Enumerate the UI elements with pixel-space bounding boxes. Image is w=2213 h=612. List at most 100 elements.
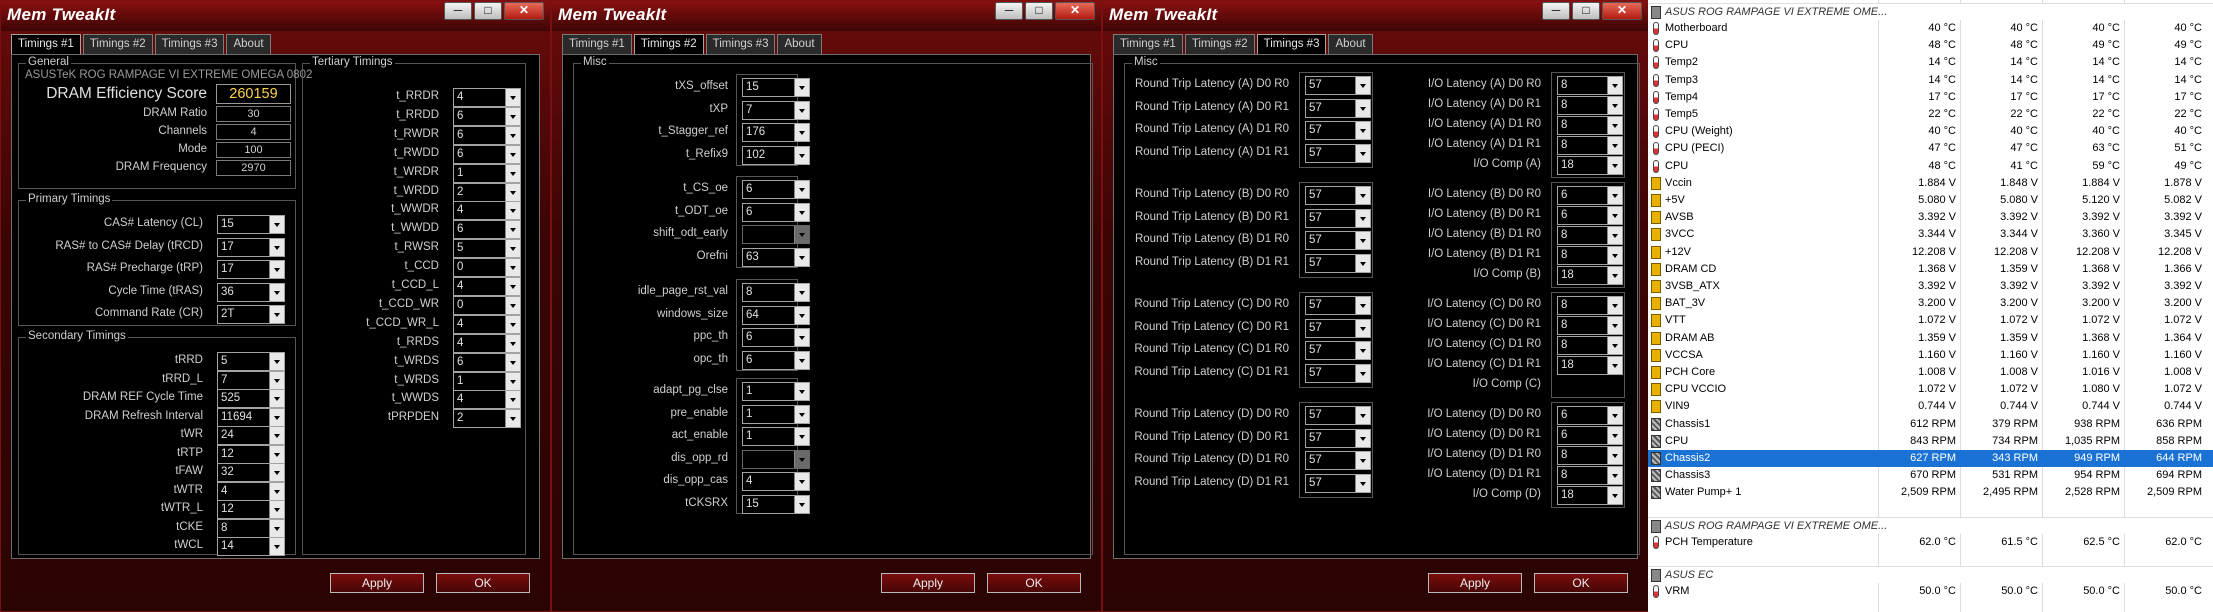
latency-dropdown[interactable]: 57 <box>1305 428 1371 448</box>
sensor-row[interactable]: +5V 5.080 V 5.080 V 5.120 V 5.082 V <box>1648 192 2213 209</box>
chevron-down-icon[interactable] <box>505 296 520 314</box>
chevron-down-icon[interactable] <box>505 259 520 277</box>
sensor-row[interactable]: CPU VCCIO 1.072 V 1.072 V 1.080 V 1.072 V <box>1648 381 2213 398</box>
latency-dropdown[interactable]: 8 <box>1557 136 1623 155</box>
misc-dropdown[interactable]: 6 <box>742 202 810 222</box>
latency-dropdown[interactable]: 57 <box>1305 98 1371 118</box>
chevron-down-icon[interactable] <box>269 519 284 537</box>
chevron-down-icon[interactable] <box>1355 407 1370 424</box>
latency-dropdown[interactable]: 8 <box>1557 316 1623 335</box>
sensor-row[interactable]: Temp4 17 °C 17 °C 17 °C 17 °C <box>1648 89 2213 106</box>
sensor-row[interactable]: CPU 843 RPM 734 RPM 1,035 RPM 858 RPM <box>1648 433 2213 450</box>
timing-dropdown[interactable]: 7 <box>217 370 285 390</box>
latency-dropdown[interactable]: 8 <box>1557 96 1623 115</box>
minimize-button[interactable]: ─ <box>995 2 1023 20</box>
chevron-down-icon[interactable] <box>505 240 520 258</box>
latency-dropdown[interactable]: 57 <box>1305 318 1371 338</box>
chevron-down-icon[interactable] <box>1355 342 1370 360</box>
misc-dropdown[interactable]: 15 <box>742 78 810 97</box>
timing-dropdown[interactable]: 12 <box>217 444 285 464</box>
tab-timings-2[interactable]: Timings #2 <box>82 34 153 54</box>
timing-dropdown[interactable]: 6 <box>453 220 521 240</box>
timing-dropdown[interactable]: 1 <box>453 371 521 391</box>
close-button[interactable]: ✕ <box>504 2 544 20</box>
tab-timings-1[interactable]: Timings #1 <box>1113 34 1183 54</box>
timing-dropdown[interactable]: 4 <box>217 481 285 501</box>
timing-dropdown[interactable]: 1 <box>453 163 521 183</box>
chevron-down-icon[interactable] <box>794 181 809 198</box>
tab-timings-1[interactable]: Timings #1 <box>11 34 81 55</box>
sensor-section-header[interactable]: ASUS ROG RAMPAGE VI EXTREME OME... <box>1648 516 2213 534</box>
misc-dropdown[interactable]: 63 <box>742 247 810 267</box>
timing-dropdown[interactable]: 2T <box>217 305 285 324</box>
chevron-down-icon[interactable] <box>269 261 284 278</box>
misc-dropdown[interactable] <box>742 449 810 469</box>
ok-button[interactable]: OK <box>987 573 1081 593</box>
chevron-down-icon[interactable] <box>505 278 520 295</box>
chevron-down-icon[interactable] <box>269 371 284 389</box>
chevron-down-icon[interactable] <box>505 353 520 371</box>
chevron-down-icon[interactable] <box>794 450 809 468</box>
timing-dropdown[interactable]: 525 <box>217 389 285 408</box>
misc-dropdown[interactable]: 64 <box>742 305 810 325</box>
chevron-down-icon[interactable] <box>1355 77 1370 94</box>
sensor-row[interactable]: PCH Temperature 62.0 °C 61.5 °C 62.5 °C 62.0… <box>1648 534 2213 551</box>
chevron-down-icon[interactable] <box>794 248 809 266</box>
chevron-down-icon[interactable] <box>505 107 520 125</box>
latency-dropdown[interactable]: 6 <box>1557 426 1623 445</box>
chevron-down-icon[interactable] <box>794 101 809 119</box>
misc-dropdown[interactable]: 6 <box>742 180 810 199</box>
latency-dropdown[interactable]: 57 <box>1305 143 1371 163</box>
latency-dropdown[interactable]: 8 <box>1557 246 1623 265</box>
sensor-row[interactable]: Water Pump+ 1 2,509 RPM 2,495 RPM 2,528 RPM… <box>1648 484 2213 501</box>
sensor-row[interactable]: Chassis2 627 RPM 343 RPM 949 RPM 644 RPM <box>1648 450 2213 467</box>
sensor-row[interactable]: CPU 48 °C 41 °C 59 °C 49 °C <box>1648 158 2213 175</box>
chevron-down-icon[interactable] <box>1607 227 1622 244</box>
sensor-row[interactable]: AVSB 3.392 V 3.392 V 3.392 V 3.392 V <box>1648 209 2213 226</box>
sensor-row[interactable]: Motherboard 40 °C 40 °C 40 °C 40 °C <box>1648 20 2213 37</box>
chevron-down-icon[interactable] <box>794 428 809 446</box>
timing-dropdown[interactable]: 4 <box>453 201 521 221</box>
timing-dropdown[interactable]: 8 <box>217 518 285 538</box>
sensor-row[interactable]: CPU (PECI) 47 °C 47 °C 63 °C 51 °C <box>1648 140 2213 157</box>
chevron-down-icon[interactable] <box>505 334 520 352</box>
chevron-down-icon[interactable] <box>269 427 284 444</box>
sensor-row[interactable]: Temp3 14 °C 14 °C 14 °C 14 °C <box>1648 72 2213 89</box>
minimize-button[interactable]: ─ <box>1542 2 1570 20</box>
sensor-section-header[interactable]: ASUS EC <box>1648 565 2213 583</box>
latency-dropdown[interactable]: 8 <box>1557 116 1623 135</box>
sensor-row[interactable]: DRAM CD 1.368 V 1.359 V 1.368 V 1.366 V <box>1648 261 2213 278</box>
sensor-row[interactable]: VRM 50.0 °C 50.0 °C 50.0 °C 50.0 °C <box>1648 583 2213 600</box>
latency-dropdown[interactable]: 18 <box>1557 486 1623 505</box>
apply-button[interactable]: Apply <box>881 573 975 593</box>
chevron-down-icon[interactable] <box>1607 317 1622 334</box>
tab-timings-2[interactable]: Timings #2 <box>1184 34 1255 54</box>
chevron-down-icon[interactable] <box>505 126 520 144</box>
chevron-down-icon[interactable] <box>269 390 284 407</box>
sensor-row[interactable]: DRAM AB 1.359 V 1.359 V 1.368 V 1.364 V <box>1648 330 2213 347</box>
tab-about[interactable]: About <box>777 34 822 54</box>
ok-button[interactable]: OK <box>436 573 530 593</box>
sensor-row[interactable]: VCCSA 1.160 V 1.160 V 1.160 V 1.160 V <box>1648 347 2213 364</box>
chevron-down-icon[interactable] <box>1607 187 1622 204</box>
latency-dropdown[interactable]: 6 <box>1557 206 1623 225</box>
sensor-row[interactable]: CPU (Weight) 40 °C 40 °C 40 °C 40 °C <box>1648 123 2213 140</box>
timing-dropdown[interactable]: 4 <box>453 277 521 296</box>
timing-dropdown[interactable]: 6 <box>453 125 521 145</box>
misc-dropdown[interactable]: 7 <box>742 100 810 120</box>
chevron-down-icon[interactable] <box>269 283 284 301</box>
latency-dropdown[interactable]: 8 <box>1557 296 1623 315</box>
chevron-down-icon[interactable] <box>505 391 520 409</box>
chevron-down-icon[interactable] <box>1355 429 1370 447</box>
timing-dropdown[interactable]: 6 <box>453 106 521 126</box>
chevron-down-icon[interactable] <box>1607 357 1622 374</box>
timing-dropdown[interactable]: 14 <box>217 537 285 556</box>
tab-about[interactable]: About <box>1328 34 1373 54</box>
chevron-down-icon[interactable] <box>1607 207 1622 224</box>
latency-dropdown[interactable]: 57 <box>1305 296 1371 315</box>
sensor-row[interactable]: 3VCC 3.344 V 3.344 V 3.360 V 3.345 V <box>1648 226 2213 243</box>
timing-dropdown[interactable]: 4 <box>453 314 521 334</box>
chevron-down-icon[interactable] <box>269 353 284 370</box>
latency-dropdown[interactable]: 57 <box>1305 451 1371 471</box>
chevron-down-icon[interactable] <box>1607 77 1622 94</box>
